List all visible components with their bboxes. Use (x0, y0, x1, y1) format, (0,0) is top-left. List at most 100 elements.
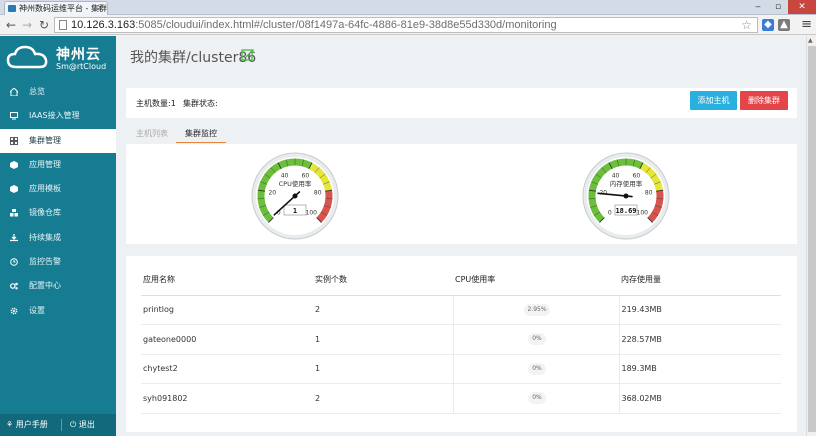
sidebar-item-config[interactable]: 配置中心 (0, 274, 116, 298)
sidebar-item-apps[interactable]: 应用管理 (0, 153, 116, 177)
cell-memory: 219.43MB (619, 295, 781, 325)
col-app-name: 应用名称 (141, 265, 313, 296)
cell-app-name: printlog (141, 295, 313, 325)
logo: 神州云 Sm@rtCloud (0, 36, 116, 78)
memory-gauge: 02040 6080100内存使用率18.69 (582, 152, 670, 240)
browser-menu-icon[interactable]: ≡ (801, 17, 812, 32)
extension-icon-2[interactable]: ▲ (778, 19, 790, 31)
cell-instances: 1 (313, 354, 453, 384)
browser-tab-title: 神州数码运维平台 - 集群 (19, 4, 107, 13)
cluster-info-panel: 主机数量:1 集群状态: 添加主机 删除集群 (126, 88, 797, 118)
extension-icon[interactable]: ◆ (762, 19, 774, 31)
url-host: 10.126.3.163 (71, 19, 136, 31)
app-table-panel: 应用名称 实例个数 CPU使用率 内存使用量 printlog 2 2.95% … (126, 256, 797, 432)
gauge-value-label: 1 (293, 207, 297, 215)
browser-tab-bar: 神州数码运维平台 - 集群 × ‒ ▫ ✕ (0, 0, 816, 15)
forward-icon[interactable]: → (20, 17, 34, 33)
cell-app-name: gateone0000 (141, 324, 313, 355)
bookmark-star-icon[interactable]: ☆ (741, 18, 752, 32)
sidebar-item-label: 持续集成 (29, 232, 61, 242)
gauge-tick-label: 60 (633, 173, 641, 180)
tab-close-icon[interactable]: × (96, 2, 104, 15)
sidebar-item-alerts[interactable]: 监控告警 (0, 250, 116, 274)
cpu-gauge: 02040 6080100CPU使用率1 (251, 152, 339, 240)
sidebar-item-templates[interactable]: 应用模板 (0, 177, 116, 201)
main-content: 我的集群/cluster86 主机数量:1 集群状态: 添加主机 删除集群 主机… (116, 36, 806, 436)
table-row[interactable]: gateone0000 1 0% 228.57MB (141, 324, 781, 355)
url-field[interactable]: 10.126.3.163:5085/cloudui/index.html#/cl… (54, 17, 758, 33)
address-bar: ← → ↻ 10.126.3.163:5085/cloudui/index.ht… (0, 15, 816, 35)
host-count: 主机数量:1 (136, 99, 176, 108)
gauge-panel: 0 20 40 60 80 100 CPU使用率 1 0 20 40 60 80 100 内存使用率 18.… (126, 144, 797, 244)
user-manual-link[interactable]: ⚘ 用户手册 (6, 414, 48, 436)
col-instances: 实例个数 (313, 265, 453, 296)
sidebar-item-registry[interactable]: 镜像仓库 (0, 201, 116, 225)
sidebar-item-iaas[interactable]: IAAS接入管理 (0, 104, 116, 128)
page-scrollbar[interactable]: ▲ (806, 36, 816, 436)
browser-tab[interactable]: 神州数码运维平台 - 集群 × (4, 1, 108, 15)
cell-instances: 2 (313, 383, 453, 414)
table-row[interactable]: chytest2 1 0% 189.3MB (141, 354, 781, 384)
page-title: 我的集群/cluster86 (130, 50, 257, 66)
logout-link[interactable]: ⏻ 退出 (70, 414, 95, 436)
cluster-tabs: 主机列表 集群监控 (126, 126, 797, 143)
sidebar-item-overview[interactable]: 总览 (0, 80, 116, 104)
window-controls: ‒ ▫ ✕ (748, 0, 816, 15)
scroll-up-icon[interactable]: ▲ (808, 37, 813, 44)
tab-host-list[interactable]: 主机列表 (136, 128, 168, 139)
app-usage-table: 应用名称 实例个数 CPU使用率 内存使用量 printlog 2 2.95% … (141, 265, 781, 414)
back-icon[interactable]: ← (4, 17, 18, 33)
cpu-badge: 0% (528, 392, 546, 405)
maximize-icon[interactable]: ▫ (768, 0, 788, 14)
sidebar-item-label: 应用管理 (29, 159, 61, 169)
delete-cluster-button[interactable]: 删除集群 (740, 91, 788, 110)
col-cpu: CPU使用率 (453, 265, 619, 296)
sidebar-item-label: 总览 (29, 87, 45, 96)
cell-app-name: syh091802 (141, 383, 313, 414)
url-path: :5085/cloudui/index.html#/cluster/08f149… (135, 19, 557, 31)
sidebar-item-label: 设置 (29, 305, 45, 315)
cubes-icon (10, 209, 18, 217)
table-header-row: 应用名称 实例个数 CPU使用率 内存使用量 (141, 265, 781, 296)
scrollbar-thumb[interactable] (808, 46, 816, 432)
cpu-badge: 0% (528, 362, 546, 375)
favicon-icon (8, 5, 16, 12)
gauge-title: CPU使用率 (279, 179, 312, 188)
gauge-tick-label: 60 (302, 173, 310, 180)
table-row[interactable]: printlog 2 2.95% 219.43MB (141, 295, 781, 325)
cpu-badge: 2.95% (524, 303, 550, 316)
cell-cpu: 0% (452, 354, 620, 384)
sidebar-item-label: 应用模板 (29, 184, 61, 194)
sidebar-item-ci[interactable]: 持续集成 (0, 226, 116, 250)
gauge-tick-label: 0 (608, 209, 612, 216)
page-icon (59, 20, 67, 30)
sidebar-item-label: 集群管理 (29, 135, 61, 145)
power-icon: ⏻ (70, 420, 79, 429)
add-host-button[interactable]: 添加主机 (690, 91, 737, 110)
table-row[interactable]: syh091802 2 0% 368.02MB (141, 383, 781, 414)
sidebar-item-label: 配置中心 (29, 281, 61, 291)
tab-cluster-monitoring[interactable]: 集群监控 (176, 128, 226, 143)
cell-instances: 2 (313, 295, 453, 325)
monitor-icon (10, 112, 18, 120)
cloud-logo-icon (6, 45, 48, 69)
download-icon (10, 233, 18, 241)
reload-icon[interactable]: ↻ (37, 17, 51, 33)
alarm-icon (10, 258, 18, 266)
gauge-tick-label: 20 (268, 189, 276, 196)
cell-cpu: 0% (452, 383, 620, 414)
sidebar-item-settings[interactable]: 设置 (0, 299, 116, 323)
cpu-badge: 0% (528, 333, 546, 346)
edit-icon[interactable] (241, 47, 255, 61)
sidebar-nav: 总览 IAAS接入管理 集群管理 应用管理 应用模板 镜像仓库 持续集成 监控告… (0, 80, 116, 323)
gauge-tick-label: 40 (612, 173, 620, 180)
template-icon (10, 185, 18, 194)
cell-memory: 368.02MB (619, 383, 781, 414)
sidebar-footer: ⚘ 用户手册 ⏻ 退出 (0, 414, 116, 436)
window-close-icon[interactable]: ✕ (788, 0, 816, 14)
sidebar-item-cluster[interactable]: 集群管理 (0, 128, 116, 153)
sidebar-item-label: IAAS接入管理 (29, 111, 80, 121)
logo-subtitle: Sm@rtCloud (56, 62, 107, 71)
minimize-icon[interactable]: ‒ (748, 0, 768, 14)
gauge-title: 内存使用率 (610, 179, 643, 188)
